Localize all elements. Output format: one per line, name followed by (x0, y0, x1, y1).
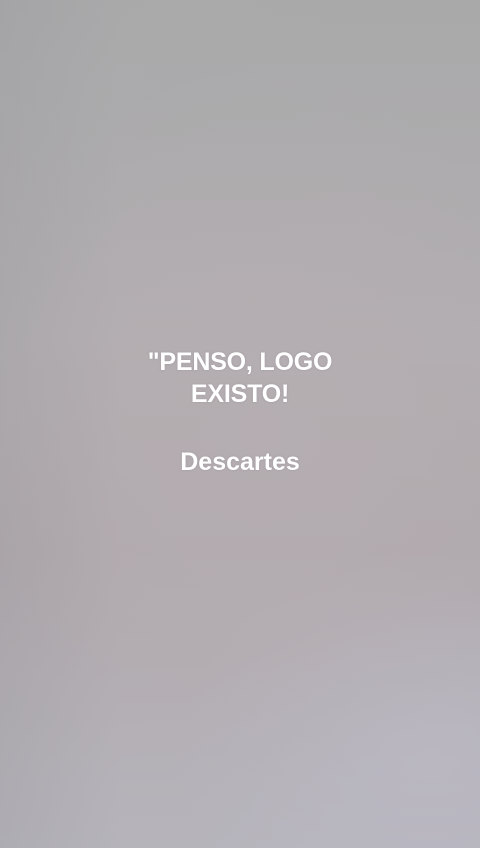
story-screen[interactable]: "PENSO, LOGO EXISTO! Descartes (0, 0, 480, 848)
quote-line-2: EXISTO! (190, 380, 290, 408)
quote-line-1: "PENSO, LOGO (147, 348, 333, 376)
quote-block: "PENSO, LOGO EXISTO! Descartes (0, 346, 480, 478)
quote-author: Descartes (180, 448, 300, 476)
